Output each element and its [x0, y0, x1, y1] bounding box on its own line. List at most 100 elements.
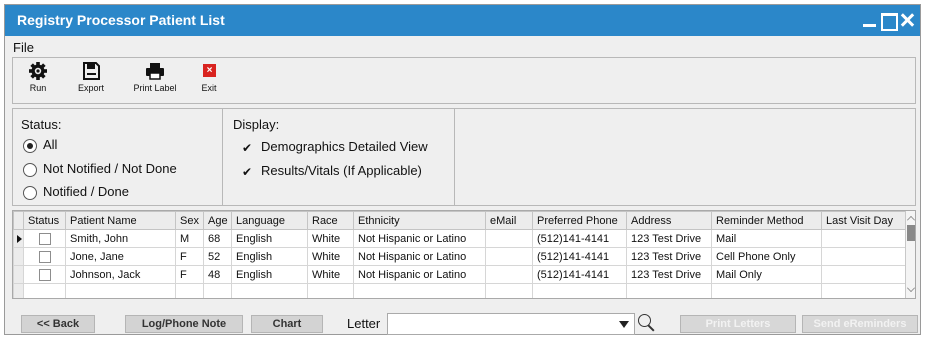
column-header[interactable]: Patient Name — [65, 211, 176, 230]
patient-grid: Status Patient Name Sex Age Language Rac… — [12, 210, 916, 299]
column-header[interactable]: Age — [203, 211, 232, 230]
bottom-bar: << Back Log/Phone Note Chart Letter Prin… — [5, 308, 920, 335]
save-icon — [81, 62, 101, 80]
cell-email[interactable] — [485, 265, 533, 284]
cell-address[interactable]: 123 Test Drive — [626, 265, 712, 284]
display-option-results[interactable]: ✔ Results/Vitals (If Applicable) — [241, 163, 422, 178]
cell-phone[interactable]: (512)141-4141 — [532, 229, 627, 248]
status-checkbox[interactable] — [38, 250, 51, 263]
column-header[interactable]: Last Visit Day — [821, 211, 911, 230]
status-cell[interactable] — [23, 229, 66, 248]
radio-icon[interactable] — [23, 185, 37, 200]
column-header[interactable]: Preferred Phone — [532, 211, 627, 230]
table-row[interactable]: Smith, John M 68 English White Not Hispa… — [13, 229, 911, 248]
column-header[interactable]: Status — [23, 211, 66, 230]
cell-reminder[interactable]: Mail — [711, 229, 822, 248]
cell-race[interactable]: White — [307, 247, 354, 266]
cell-age[interactable]: 52 — [203, 247, 232, 266]
cell-phone[interactable]: (512)141-4141 — [532, 265, 627, 284]
column-header[interactable]: Reminder Method — [711, 211, 822, 230]
checkmark-icon[interactable]: ✔ — [241, 142, 253, 154]
cell-sex[interactable]: F — [175, 265, 204, 284]
display-option-demographics[interactable]: ✔ Demographics Detailed View — [241, 139, 428, 154]
table-row[interactable]: Johnson, Jack F 48 English White Not His… — [13, 265, 911, 284]
cell-last-visit[interactable] — [821, 229, 911, 248]
print-letters-button[interactable]: Print Letters — [680, 315, 796, 333]
run-button[interactable]: Run — [23, 62, 53, 93]
status-option-notified[interactable]: Notified / Done — [23, 184, 129, 200]
cell-ethnicity[interactable]: Not Hispanic or Latino — [353, 265, 486, 284]
menu-file[interactable]: File — [13, 40, 34, 55]
status-checkbox[interactable] — [38, 232, 51, 245]
row-selector[interactable] — [13, 229, 24, 248]
filter-panel: Status: All Not Notified / Not Done Noti… — [12, 108, 916, 206]
column-header[interactable]: Race — [307, 211, 354, 230]
maximize-icon[interactable] — [879, 10, 898, 31]
cell-language[interactable]: English — [231, 229, 308, 248]
status-checkbox[interactable] — [38, 268, 51, 281]
table-row-empty[interactable] — [13, 283, 911, 298]
scroll-thumb[interactable] — [907, 225, 915, 241]
table-row[interactable]: Jone, Jane F 52 English White Not Hispan… — [13, 247, 911, 266]
cell-last-visit[interactable] — [821, 265, 911, 284]
exit-button[interactable]: × Exit — [197, 62, 221, 93]
send-ereminders-button[interactable]: Send eReminders — [802, 315, 918, 333]
column-header[interactable]: Language — [231, 211, 308, 230]
cell-reminder[interactable]: Mail Only — [711, 265, 822, 284]
cell-last-visit[interactable] — [821, 247, 911, 266]
cell-email[interactable] — [485, 247, 533, 266]
status-group: Status: All Not Notified / Not Done Noti… — [13, 109, 223, 205]
title-bar: Registry Processor Patient List — [5, 5, 920, 36]
printer-icon — [145, 62, 165, 80]
log-phone-note-button[interactable]: Log/Phone Note — [125, 315, 243, 333]
letter-select[interactable] — [387, 313, 635, 335]
row-selector-header — [13, 211, 24, 230]
radio-icon[interactable] — [23, 162, 37, 177]
print-label-button[interactable]: Print Label — [125, 62, 185, 93]
cell-name[interactable]: Johnson, Jack — [65, 265, 176, 284]
cell-reminder[interactable]: Cell Phone Only — [711, 247, 822, 266]
status-option-not-notified[interactable]: Not Notified / Not Done — [23, 161, 177, 177]
radio-selected-icon[interactable] — [23, 138, 37, 153]
cell-sex[interactable]: F — [175, 247, 204, 266]
scroll-down-icon[interactable] — [907, 284, 915, 292]
column-header[interactable]: eMail — [485, 211, 533, 230]
cell-age[interactable]: 48 — [203, 265, 232, 284]
status-cell[interactable] — [23, 247, 66, 266]
chart-button[interactable]: Chart — [251, 315, 323, 333]
row-selector[interactable] — [13, 247, 24, 266]
cell-language[interactable]: English — [231, 265, 308, 284]
registry-window: Registry Processor Patient List File Run… — [4, 4, 921, 335]
cell-ethnicity[interactable]: Not Hispanic or Latino — [353, 247, 486, 266]
cell-sex[interactable]: M — [175, 229, 204, 248]
cell-email[interactable] — [485, 229, 533, 248]
cell-race[interactable]: White — [307, 265, 354, 284]
cell-name[interactable]: Jone, Jane — [65, 247, 176, 266]
cell-phone[interactable]: (512)141-4141 — [532, 247, 627, 266]
vertical-scrollbar[interactable] — [905, 211, 915, 298]
cell-address[interactable]: 123 Test Drive — [626, 247, 712, 266]
status-option-all[interactable]: All — [23, 137, 57, 153]
cell-race[interactable]: White — [307, 229, 354, 248]
back-button[interactable]: << Back — [21, 315, 95, 333]
toolbar: Run Export Print Label × Exit — [12, 57, 916, 104]
export-button[interactable]: Export — [71, 62, 111, 93]
cell-age[interactable]: 68 — [203, 229, 232, 248]
minimize-icon[interactable] — [861, 10, 879, 30]
search-icon[interactable] — [637, 313, 657, 333]
row-selector[interactable] — [13, 265, 24, 284]
scroll-up-icon[interactable] — [907, 216, 915, 224]
checkmark-icon[interactable]: ✔ — [241, 166, 253, 178]
cell-name[interactable]: Smith, John — [65, 229, 176, 248]
column-header[interactable]: Address — [626, 211, 712, 230]
row-selector[interactable] — [13, 283, 24, 298]
status-cell[interactable] — [23, 265, 66, 284]
column-header[interactable]: Sex — [175, 211, 204, 230]
display-group: Display: ✔ Demographics Detailed View ✔ Re… — [223, 109, 455, 205]
cell-language[interactable]: English — [231, 247, 308, 266]
column-header[interactable]: Ethnicity — [353, 211, 486, 230]
cell-address[interactable]: 123 Test Drive — [626, 229, 712, 248]
close-icon[interactable] — [898, 10, 916, 30]
cell-ethnicity[interactable]: Not Hispanic or Latino — [353, 229, 486, 248]
chevron-down-icon[interactable] — [619, 321, 629, 328]
